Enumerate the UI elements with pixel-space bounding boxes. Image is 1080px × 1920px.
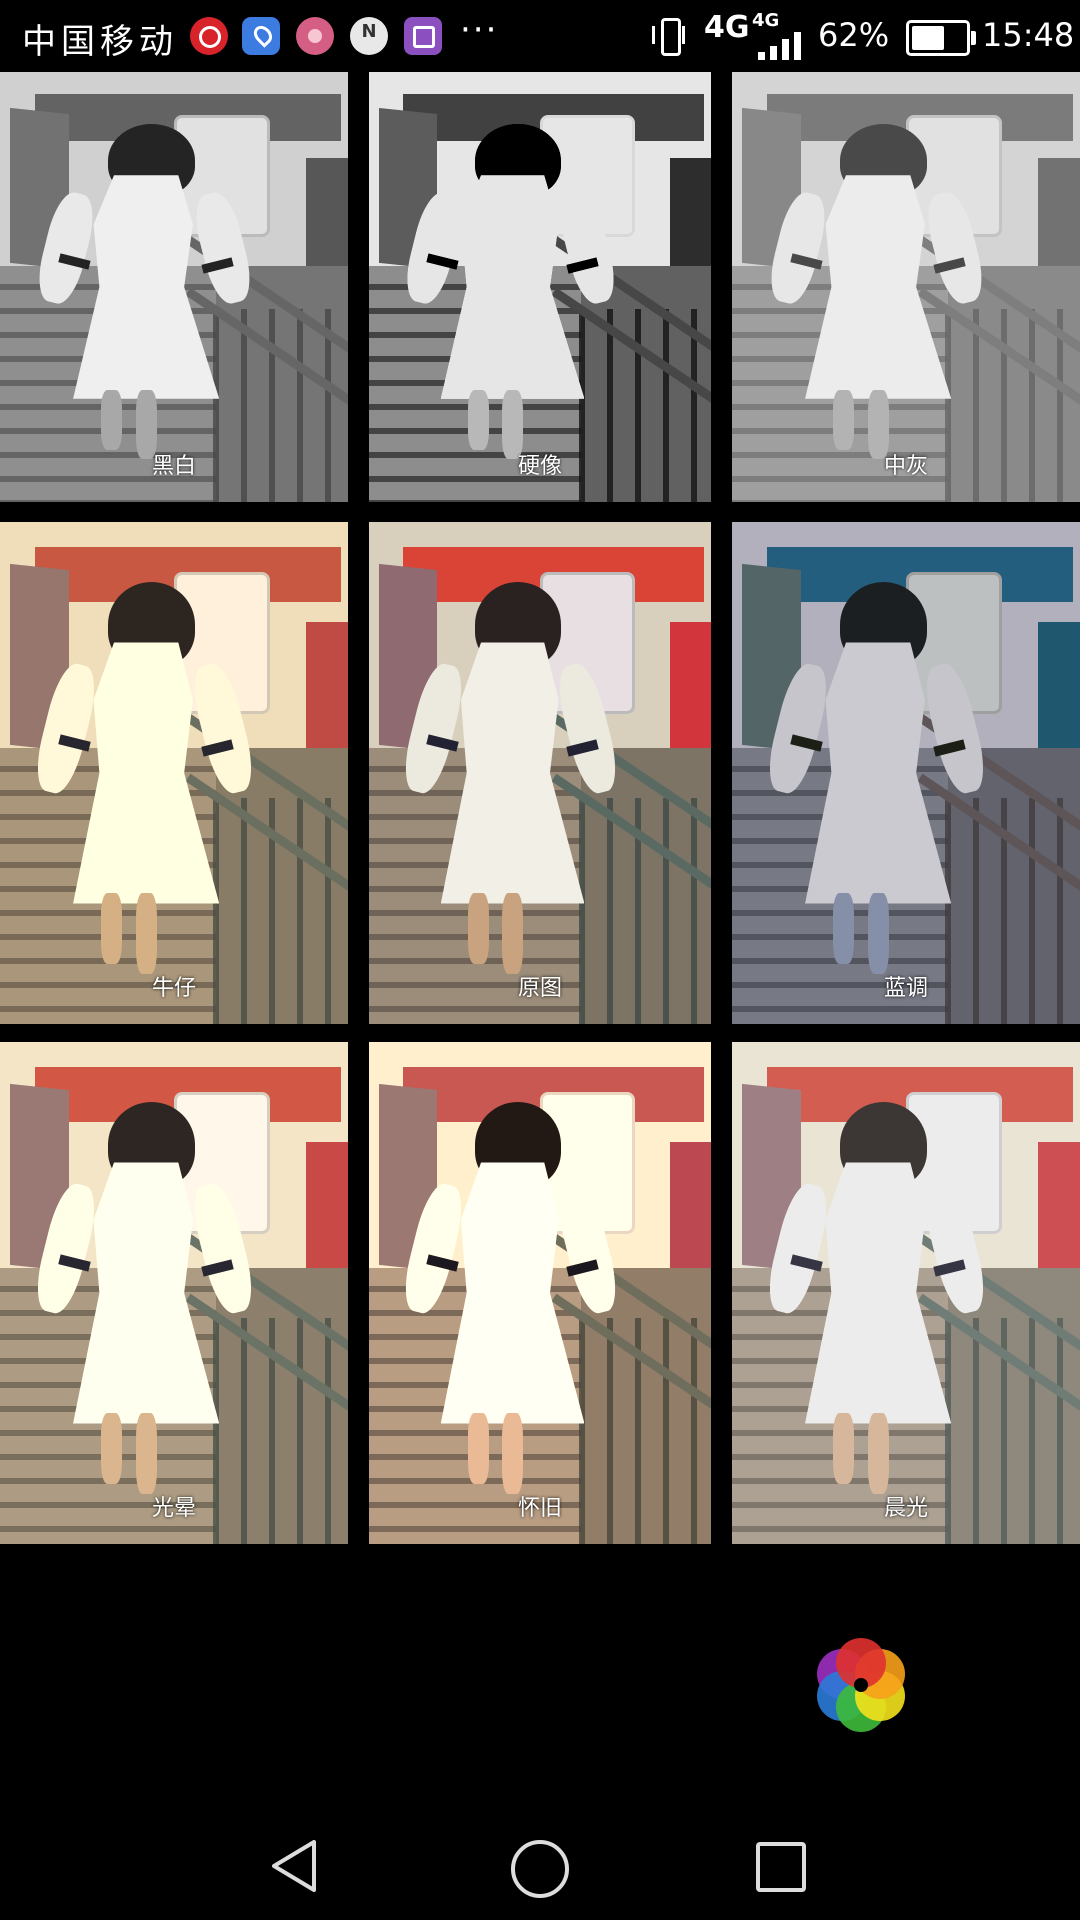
map-pin-icon — [242, 17, 280, 55]
photo-preview — [732, 1042, 1080, 1544]
filter-tile-yuantu[interactable]: 原图 — [369, 522, 711, 1024]
filter-label: 硬像 — [517, 454, 562, 479]
filter-grid: 黑白 硬像 中灰 牛仔 原图 蓝调 光晕 怀旧 晨光 — [0, 72, 1080, 1544]
photo-preview — [0, 522, 348, 1024]
filter-label: 黑白 — [151, 454, 196, 479]
home-icon[interactable] — [511, 1840, 569, 1898]
network-type-secondary: 4G — [752, 10, 780, 31]
filter-label: 光晕 — [151, 1496, 196, 1521]
photo-preview — [732, 72, 1080, 502]
filter-tile-zhonghui[interactable]: 中灰 — [732, 72, 1080, 502]
battery-icon — [906, 20, 976, 56]
vibrate-icon — [652, 18, 686, 56]
nexus-app-icon — [350, 17, 388, 55]
gallery-app-icon — [404, 17, 442, 55]
signal-strength-icon — [752, 30, 804, 60]
network-type-label: 4G — [704, 10, 750, 45]
gallery-logo-icon — [806, 1630, 916, 1740]
filter-label: 中灰 — [883, 454, 928, 479]
carrier-name: 中国移动 — [22, 22, 178, 62]
filter-label: 晨光 — [883, 1496, 928, 1521]
filter-tile-yingxiang[interactable]: 硬像 — [369, 72, 711, 502]
filter-tile-huaijiu[interactable]: 怀旧 — [369, 1042, 711, 1544]
back-icon[interactable] — [268, 1838, 322, 1894]
filter-label: 原图 — [517, 976, 562, 1001]
battery-percent: 62% — [818, 16, 890, 54]
flower-app-icon — [296, 17, 334, 55]
recent-apps-icon[interactable] — [756, 1842, 806, 1892]
photo-preview — [0, 72, 348, 502]
filter-tile-heibai[interactable]: 黑白 — [0, 72, 348, 502]
photo-preview — [0, 1042, 348, 1544]
filter-label: 蓝调 — [883, 976, 928, 1001]
photo-preview — [369, 522, 711, 1024]
navigation-bar — [0, 1810, 1080, 1920]
clock: 15:48 — [982, 16, 1075, 54]
netease-music-icon — [190, 17, 228, 55]
status-bar: 中国移动 ··· 4G 4G 62% 15:48 — [0, 0, 1080, 72]
filter-tile-chenguang[interactable]: 晨光 — [732, 1042, 1080, 1544]
filter-tile-guangyun[interactable]: 光晕 — [0, 1042, 348, 1544]
photo-preview — [369, 72, 711, 502]
filter-tile-niuzai[interactable]: 牛仔 — [0, 522, 348, 1024]
filter-label: 牛仔 — [151, 976, 196, 1001]
more-notifications-icon: ··· — [460, 10, 499, 50]
filter-label: 怀旧 — [517, 1496, 562, 1521]
photo-preview — [732, 522, 1080, 1024]
filter-tile-landiao[interactable]: 蓝调 — [732, 522, 1080, 1024]
photo-preview — [369, 1042, 711, 1544]
